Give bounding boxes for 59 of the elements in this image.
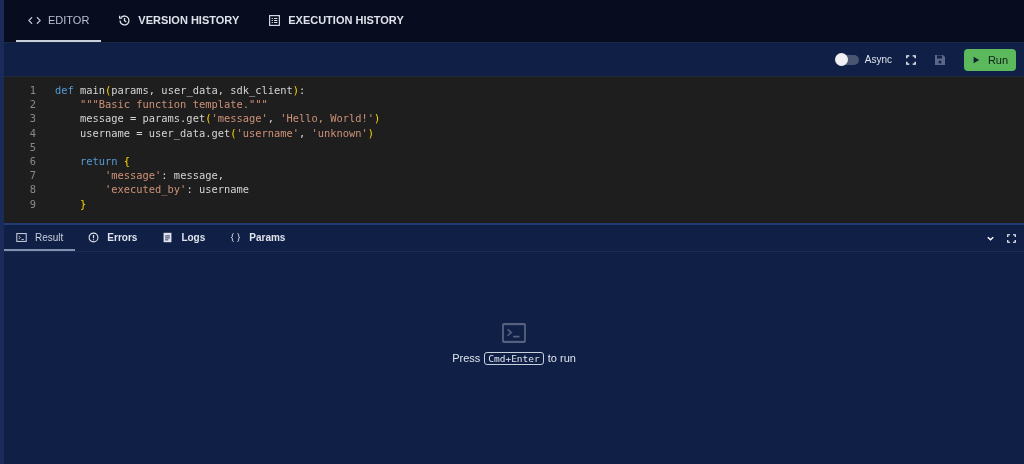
async-toggle[interactable] xyxy=(836,54,859,65)
code-token: ( xyxy=(205,112,212,125)
alert-icon xyxy=(88,231,100,243)
code-token: ) xyxy=(367,126,375,139)
fullscreen-icon[interactable] xyxy=(906,54,916,65)
output-tab[interactable]: Logs xyxy=(150,225,218,251)
document-icon xyxy=(162,231,174,243)
code-token: { xyxy=(123,155,131,168)
play-icon xyxy=(971,55,980,64)
code-token: def xyxy=(55,84,75,97)
code-token: """Basic function template.""" xyxy=(79,98,268,111)
code-token: 'message' xyxy=(104,169,162,182)
code-token: 'Hello, World!' xyxy=(280,112,375,125)
line-number: 6 xyxy=(28,155,36,168)
code-token: ( xyxy=(105,84,112,97)
output-tab[interactable]: Params xyxy=(218,225,298,251)
list-icon xyxy=(268,13,282,27)
line-number: 7 xyxy=(28,169,36,182)
code-token: main xyxy=(80,84,106,97)
line-number: 1 xyxy=(28,84,36,97)
code-token: , xyxy=(299,126,307,139)
code-token: params, user_data, sdk_client xyxy=(111,84,293,97)
fullscreen-icon[interactable] xyxy=(1007,233,1016,243)
terminal-icon xyxy=(501,321,527,344)
tab[interactable]: VERSION HISTORY xyxy=(106,0,252,42)
code-token: ) xyxy=(292,84,299,97)
code-token: return xyxy=(79,155,119,168)
braces-icon xyxy=(230,231,242,243)
code-token: message = params.get xyxy=(79,112,206,125)
terminal-icon xyxy=(16,231,27,243)
line-number: 4 xyxy=(28,126,36,139)
code-token: 'unknown' xyxy=(311,126,368,139)
code-token: : username xyxy=(186,183,249,196)
code-token: username = user_data.get xyxy=(79,126,231,139)
output-tab[interactable]: Errors xyxy=(76,225,150,251)
keyboard-shortcut: Cmd+Enter xyxy=(484,351,544,365)
tab[interactable]: EXECUTION HISTORY xyxy=(256,0,416,42)
async-label: Async xyxy=(864,54,892,65)
line-number: 3 xyxy=(28,112,36,125)
output-tab[interactable]: Result xyxy=(4,225,76,251)
code-token: 'username' xyxy=(236,126,299,139)
save-icon[interactable] xyxy=(934,53,946,66)
code-token: : xyxy=(299,84,306,97)
code-token: , xyxy=(267,112,275,125)
history-icon xyxy=(118,13,132,27)
run-button[interactable]: Run xyxy=(964,48,1016,71)
code-token: ( xyxy=(230,126,237,139)
line-number: 5 xyxy=(28,140,36,153)
hint-text: Press xyxy=(452,352,481,364)
line-number: 9 xyxy=(28,197,36,210)
code-token: 'message' xyxy=(211,112,268,125)
line-number: 2 xyxy=(28,98,36,111)
hint-text: to run xyxy=(547,352,576,364)
code-token: ) xyxy=(374,112,381,125)
tab[interactable]: EDITOR xyxy=(16,0,102,42)
line-number: 8 xyxy=(28,183,36,196)
code-token: 'executed_by' xyxy=(104,183,187,196)
code-token: : message, xyxy=(161,169,224,182)
code-token: } xyxy=(79,197,87,210)
